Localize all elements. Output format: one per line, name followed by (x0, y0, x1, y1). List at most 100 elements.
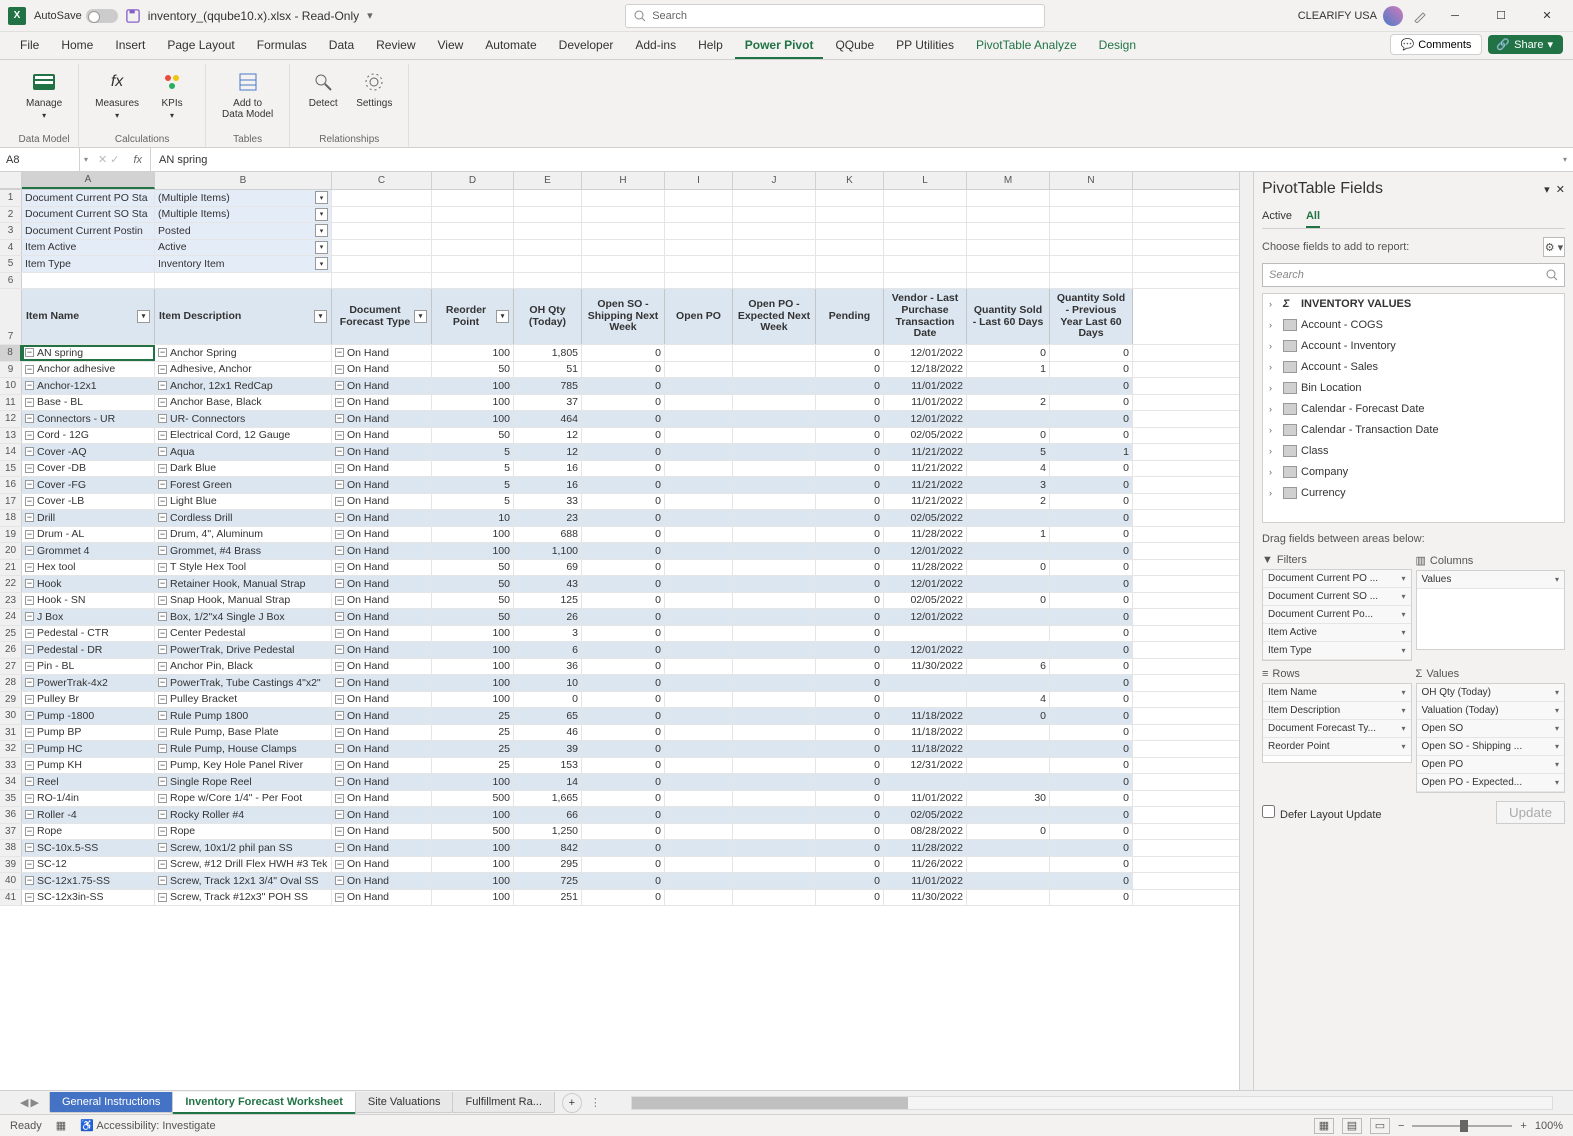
open-po[interactable] (665, 395, 733, 411)
collapse-icon[interactable]: − (158, 728, 167, 737)
forecast-type[interactable]: −On Hand (332, 411, 432, 427)
row-header[interactable]: 32 (0, 741, 22, 757)
row-header[interactable]: 27 (0, 659, 22, 675)
oh-qty[interactable]: 39 (514, 741, 582, 757)
cell[interactable] (967, 190, 1050, 206)
defer-checkbox[interactable]: Defer Layout Update (1262, 805, 1382, 821)
pane-tab-all[interactable]: All (1306, 206, 1320, 228)
pending[interactable]: 0 (816, 609, 884, 625)
last-date[interactable]: 11/01/2022 (884, 395, 967, 411)
pending[interactable]: 0 (816, 675, 884, 691)
open-so[interactable]: 0 (582, 741, 665, 757)
forecast-type[interactable]: −On Hand (332, 593, 432, 609)
item-desc[interactable]: −Aqua (155, 444, 332, 460)
reorder[interactable]: 50 (432, 593, 514, 609)
reorder[interactable]: 5 (432, 477, 514, 493)
item-desc[interactable]: −Pump, Key Hole Panel River (155, 758, 332, 774)
row-header[interactable]: 17 (0, 494, 22, 510)
collapse-icon[interactable]: − (335, 860, 344, 869)
qty-60[interactable]: 2 (967, 494, 1050, 510)
cell[interactable] (155, 273, 332, 289)
expected[interactable] (733, 807, 816, 823)
collapse-icon[interactable]: − (335, 480, 344, 489)
cell[interactable] (332, 190, 432, 206)
pending[interactable]: 0 (816, 725, 884, 741)
oh-qty[interactable]: 464 (514, 411, 582, 427)
expand-icon[interactable]: › (1269, 383, 1279, 393)
row-header[interactable]: 36 (0, 807, 22, 823)
close-button[interactable]: ✕ (1529, 2, 1565, 30)
cell[interactable] (514, 256, 582, 272)
reorder[interactable]: 100 (432, 527, 514, 543)
autosave-toggle[interactable]: AutoSave (34, 9, 118, 23)
expected[interactable] (733, 609, 816, 625)
forecast-type[interactable]: −On Hand (332, 857, 432, 873)
collapse-icon[interactable]: − (335, 612, 344, 621)
cell[interactable] (1050, 223, 1133, 239)
reorder[interactable]: 100 (432, 378, 514, 394)
expected[interactable] (733, 659, 816, 675)
cell[interactable] (332, 207, 432, 223)
pending[interactable]: 0 (816, 527, 884, 543)
hdr-exp[interactable]: Open PO - Expected Next Week (733, 289, 816, 344)
collapse-icon[interactable]: − (25, 414, 34, 423)
reorder[interactable]: 25 (432, 708, 514, 724)
open-po[interactable] (665, 659, 733, 675)
qty-prev-60[interactable]: 0 (1050, 807, 1133, 823)
item-name[interactable]: −Drill (22, 510, 155, 526)
last-date[interactable]: 12/31/2022 (884, 758, 967, 774)
qty-prev-60[interactable]: 0 (1050, 543, 1133, 559)
oh-qty[interactable]: 65 (514, 708, 582, 724)
item-name[interactable]: −Hook - SN (22, 593, 155, 609)
item-desc[interactable]: −Screw, Track 12x1 3/4" Oval SS (155, 873, 332, 889)
tree-item[interactable]: ›Calendar - Forecast Date (1263, 399, 1564, 420)
open-so[interactable]: 0 (582, 857, 665, 873)
row-header[interactable]: 1 (0, 190, 22, 206)
tree-item[interactable]: ›Bin Location (1263, 378, 1564, 399)
pending[interactable]: 0 (816, 543, 884, 559)
collapse-icon[interactable]: − (335, 579, 344, 588)
area-item[interactable]: Document Current Po...▾ (1263, 606, 1411, 624)
open-po[interactable] (665, 692, 733, 708)
last-date[interactable]: 11/21/2022 (884, 444, 967, 460)
item-desc[interactable]: −UR- Connectors (155, 411, 332, 427)
item-name[interactable]: −Roller -4 (22, 807, 155, 823)
row-header[interactable]: 31 (0, 725, 22, 741)
expand-icon[interactable]: › (1269, 404, 1279, 414)
maximize-button[interactable]: ☐ (1483, 2, 1519, 30)
qty-prev-60[interactable]: 0 (1050, 609, 1133, 625)
qty-prev-60[interactable]: 0 (1050, 626, 1133, 642)
qty-60[interactable] (967, 890, 1050, 906)
collapse-icon[interactable]: − (335, 893, 344, 902)
item-name[interactable]: −Cover -FG (22, 477, 155, 493)
collapse-icon[interactable]: − (335, 629, 344, 638)
fx-label[interactable]: fx (125, 148, 151, 171)
last-date[interactable]: 11/21/2022 (884, 461, 967, 477)
qty-prev-60[interactable]: 0 (1050, 824, 1133, 840)
item-desc[interactable]: −Screw, Track #12x3" POH SS (155, 890, 332, 906)
expected[interactable] (733, 576, 816, 592)
pending[interactable]: 0 (816, 576, 884, 592)
area-item[interactable]: Document Forecast Ty...▾ (1263, 720, 1411, 738)
open-po[interactable] (665, 626, 733, 642)
collapse-icon[interactable]: − (25, 794, 34, 803)
cell[interactable] (733, 223, 816, 239)
tab-pivot-analyze[interactable]: PivotTable Analyze (966, 33, 1087, 59)
open-po[interactable] (665, 791, 733, 807)
cell[interactable] (22, 273, 155, 289)
expected[interactable] (733, 395, 816, 411)
col-header-N[interactable]: N (1050, 172, 1133, 189)
hdr-date[interactable]: Vendor - Last Purchase Transaction Date (884, 289, 967, 344)
open-so[interactable]: 0 (582, 708, 665, 724)
pending[interactable]: 0 (816, 362, 884, 378)
open-so[interactable]: 0 (582, 527, 665, 543)
open-so[interactable]: 0 (582, 428, 665, 444)
collapse-icon[interactable]: − (335, 596, 344, 605)
expected[interactable] (733, 543, 816, 559)
oh-qty[interactable]: 23 (514, 510, 582, 526)
reorder[interactable]: 100 (432, 411, 514, 427)
item-name[interactable]: −Cord - 12G (22, 428, 155, 444)
cell[interactable] (432, 256, 514, 272)
filter-value[interactable]: Active▾ (155, 240, 332, 256)
collapse-icon[interactable]: − (335, 381, 344, 390)
